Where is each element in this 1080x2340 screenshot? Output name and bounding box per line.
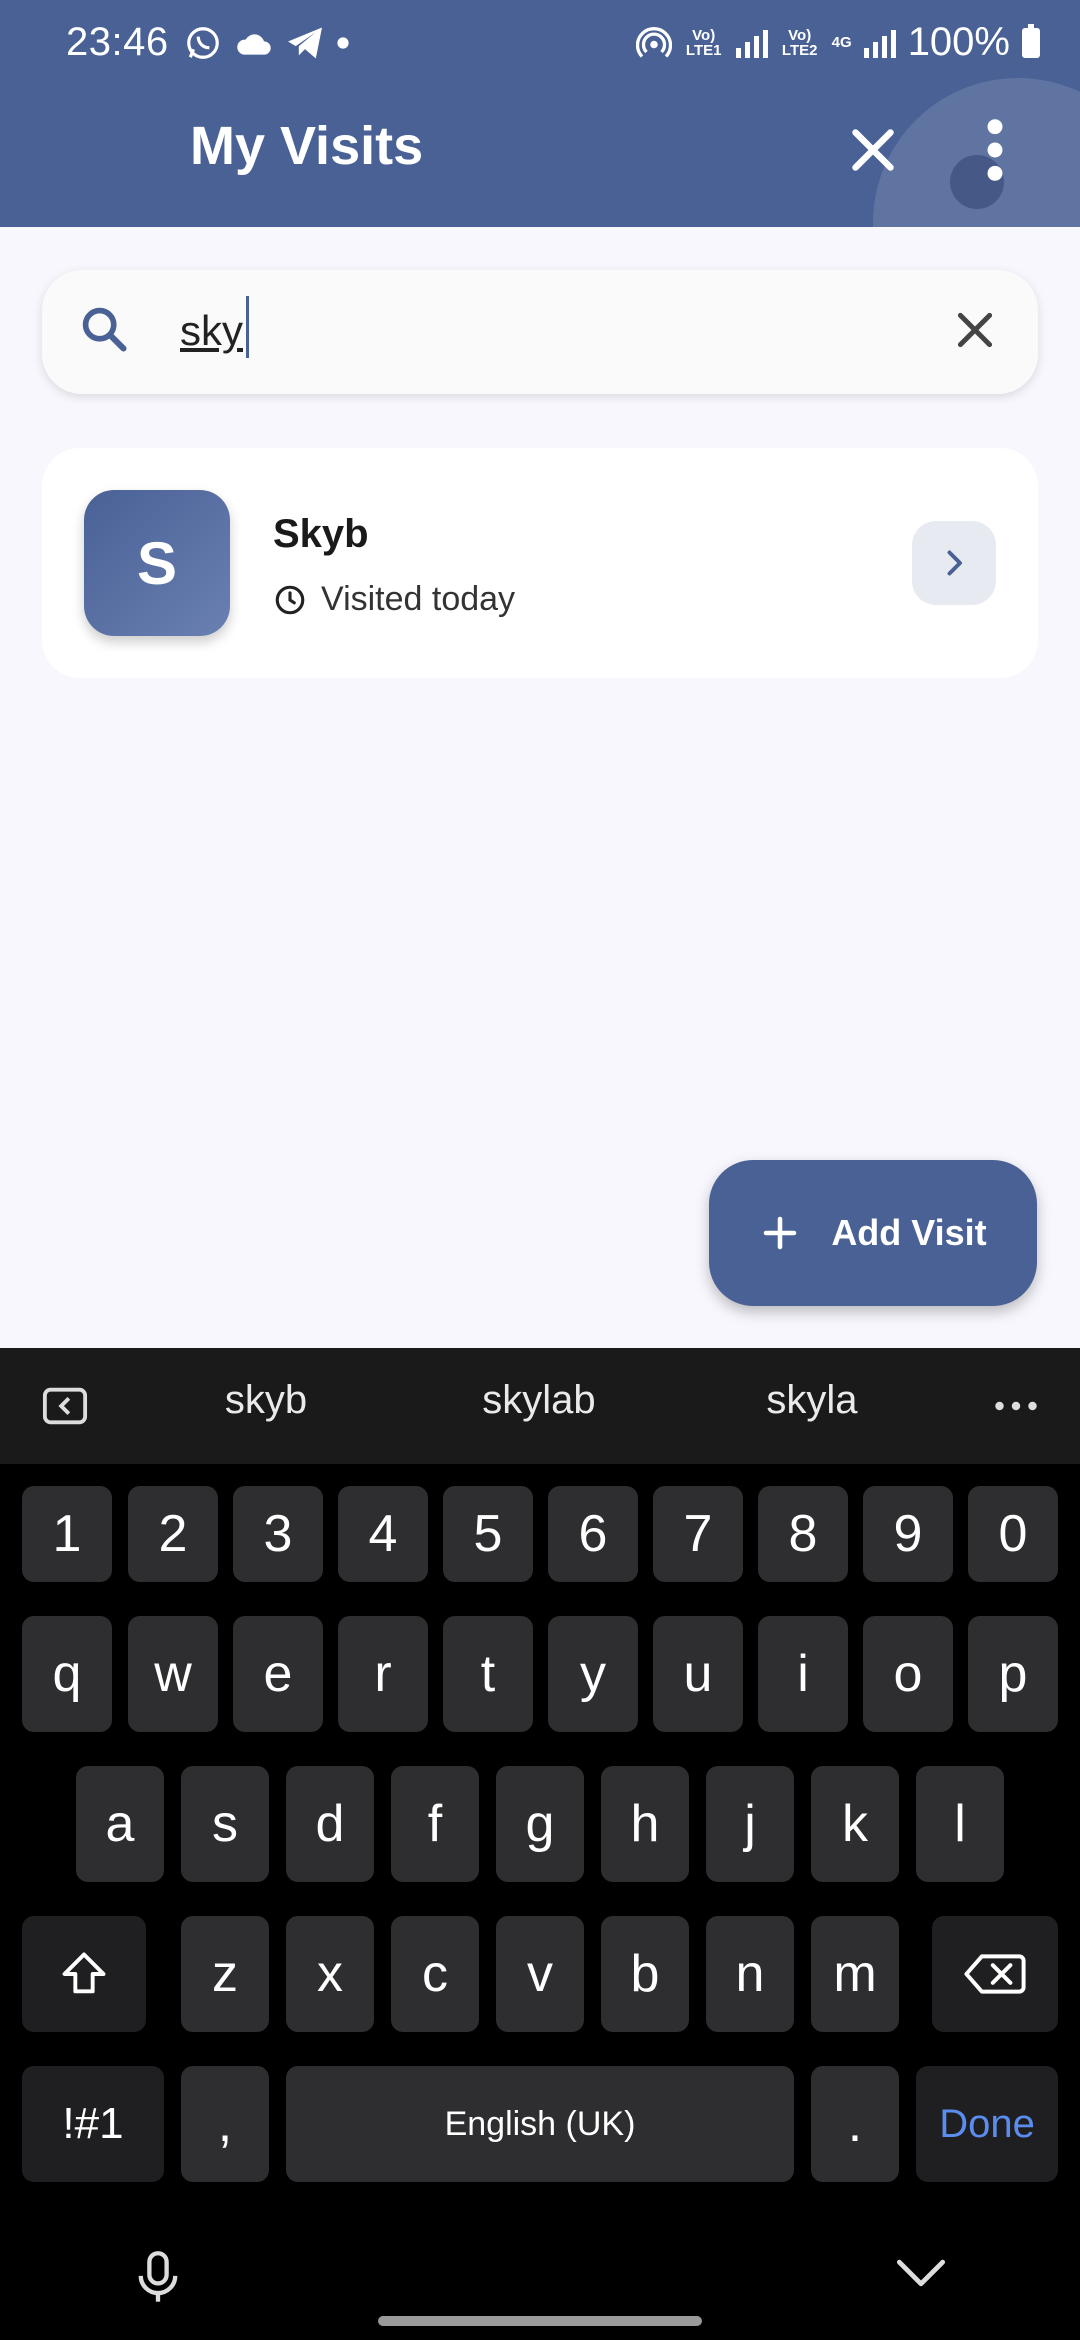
sim2-label: Vo) LTE2 xyxy=(781,26,818,59)
key-l[interactable]: l xyxy=(916,1766,1004,1882)
visited-text: Visited today xyxy=(321,580,516,618)
avatar: S xyxy=(84,490,230,636)
signal-icon-2 xyxy=(863,28,896,58)
more-suggestions-icon[interactable] xyxy=(994,1386,1038,1426)
key-7[interactable]: 7 xyxy=(653,1486,743,1582)
shift-key[interactable] xyxy=(22,1916,146,2032)
key-y[interactable]: y xyxy=(548,1616,638,1732)
space-label: English (UK) xyxy=(444,2104,636,2143)
key-0[interactable]: 0 xyxy=(968,1486,1058,1582)
clear-search-icon[interactable] xyxy=(950,305,1000,355)
keyboard: skyb skylab skyla 1 2 3 4 5 6 7 8 9 0 q … xyxy=(0,1348,1080,2340)
key-c[interactable]: c xyxy=(391,1916,479,2032)
key-z[interactable]: z xyxy=(181,1916,269,2032)
whatsapp-icon xyxy=(187,27,219,59)
app-bar: 23:46 Vo) LTE1 Vo) LTE2 4G 100% My Visit… xyxy=(0,0,1080,227)
battery-icon xyxy=(1022,23,1040,58)
key-o[interactable]: o xyxy=(863,1616,953,1732)
key-a[interactable]: a xyxy=(76,1766,164,1882)
search-input[interactable] xyxy=(180,296,880,366)
suggestion-2[interactable]: skylab xyxy=(439,1378,639,1423)
status-right: Vo) LTE1 Vo) LTE2 4G 100% xyxy=(635,20,1040,65)
backspace-key[interactable] xyxy=(932,1916,1058,2032)
signal-icon xyxy=(735,28,768,58)
dot-icon xyxy=(337,37,349,49)
chevron-right-icon xyxy=(947,550,962,576)
suggestion-bar: skyb skylab skyla xyxy=(0,1348,1080,1464)
status-bar: 23:46 Vo) LTE1 Vo) LTE2 4G 100% xyxy=(0,0,1080,90)
add-visit-button[interactable]: Add Visit xyxy=(709,1160,1037,1306)
key-w[interactable]: w xyxy=(128,1616,218,1732)
key-k[interactable]: k xyxy=(811,1766,899,1882)
key-x[interactable]: x xyxy=(286,1916,374,2032)
more-options-icon[interactable] xyxy=(975,115,1015,185)
key-h[interactable]: h xyxy=(601,1766,689,1882)
key-m[interactable]: m xyxy=(811,1916,899,2032)
key-r[interactable]: r xyxy=(338,1616,428,1732)
collapse-toolbar-icon[interactable] xyxy=(42,1386,88,1426)
hotspot-icon xyxy=(635,26,672,58)
shift-icon xyxy=(62,1952,106,1994)
key-6[interactable]: 6 xyxy=(548,1486,638,1582)
clock-icon xyxy=(275,585,305,614)
key-s[interactable]: s xyxy=(181,1766,269,1882)
key-1[interactable]: 1 xyxy=(22,1486,112,1582)
done-label: Done xyxy=(939,2101,1035,2146)
key-i[interactable]: i xyxy=(758,1616,848,1732)
comma-key[interactable]: , xyxy=(181,2066,269,2182)
notification-icons xyxy=(184,24,350,62)
key-3[interactable]: 3 xyxy=(233,1486,323,1582)
visited-row: Visited today xyxy=(273,580,515,619)
suggestion-1[interactable]: skyb xyxy=(166,1378,366,1423)
search-icon xyxy=(82,307,127,352)
key-f[interactable]: f xyxy=(391,1766,479,1882)
space-key[interactable]: English (UK) xyxy=(286,2066,794,2182)
sim1-label: Vo) LTE1 xyxy=(685,26,722,59)
key-j[interactable]: j xyxy=(706,1766,794,1882)
key-g[interactable]: g xyxy=(496,1766,584,1882)
key-e[interactable]: e xyxy=(233,1616,323,1732)
key-t[interactable]: t xyxy=(443,1616,533,1732)
add-visit-label: Add Visit xyxy=(831,1212,987,1253)
key-d[interactable]: d xyxy=(286,1766,374,1882)
key-b[interactable]: b xyxy=(601,1916,689,2032)
suggestion-3[interactable]: skyla xyxy=(712,1378,912,1423)
key-8[interactable]: 8 xyxy=(758,1486,848,1582)
done-key[interactable]: Done xyxy=(916,2066,1058,2182)
close-icon[interactable] xyxy=(843,120,903,180)
status-time: 23:46 xyxy=(66,20,169,64)
cloud-icon xyxy=(237,34,271,55)
page-title: My Visits xyxy=(190,116,424,176)
key-q[interactable]: q xyxy=(22,1616,112,1732)
key-4[interactable]: 4 xyxy=(338,1486,428,1582)
backspace-icon xyxy=(964,1954,1026,1994)
key-5[interactable]: 5 xyxy=(443,1486,533,1582)
text-cursor xyxy=(246,296,249,358)
home-indicator[interactable] xyxy=(378,2316,702,2326)
microphone-icon[interactable] xyxy=(135,2250,181,2306)
key-v[interactable]: v xyxy=(496,1916,584,2032)
battery-percent: 100% xyxy=(907,20,1010,64)
key-u[interactable]: u xyxy=(653,1616,743,1732)
visit-name: Skyb xyxy=(273,512,369,556)
key-p[interactable]: p xyxy=(968,1616,1058,1732)
open-visit-button[interactable] xyxy=(912,521,996,605)
symbols-key[interactable]: !#1 xyxy=(22,2066,164,2182)
hide-keyboard-icon[interactable] xyxy=(895,2255,947,2291)
period-key[interactable]: . xyxy=(811,2066,899,2182)
telegram-icon xyxy=(288,27,322,59)
network-label: 4G xyxy=(831,34,852,51)
plus-icon xyxy=(764,1216,797,1250)
key-n[interactable]: n xyxy=(706,1916,794,2032)
key-2[interactable]: 2 xyxy=(128,1486,218,1582)
key-9[interactable]: 9 xyxy=(863,1486,953,1582)
